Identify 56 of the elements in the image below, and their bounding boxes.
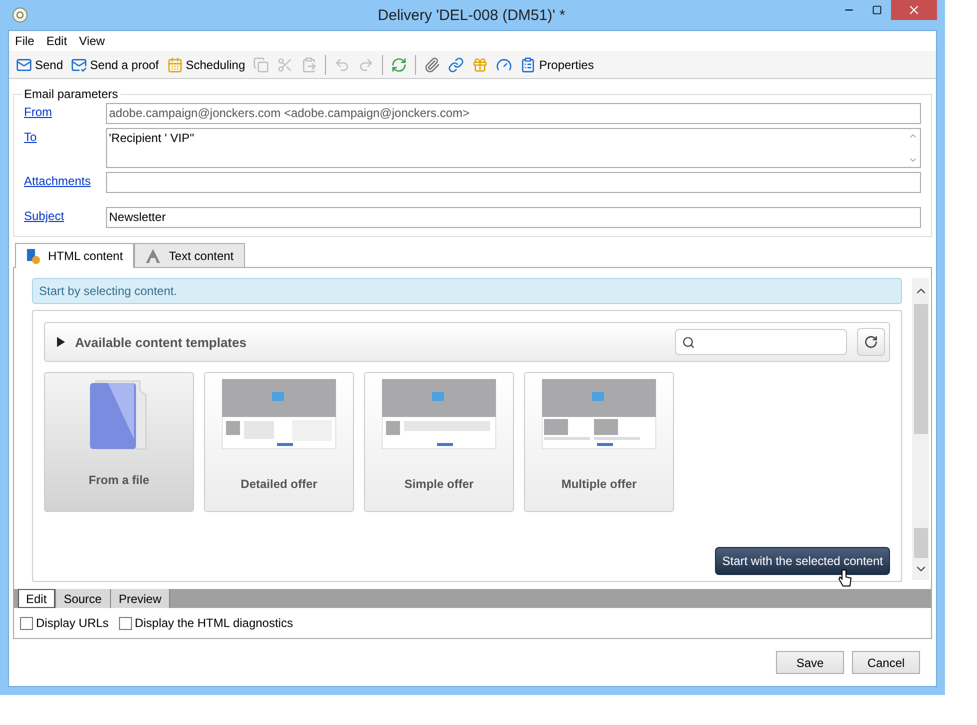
editor-tab[interactable]: Preview [110, 589, 170, 608]
checkbox[interactable] [20, 616, 33, 630]
field-link[interactable]: To [24, 128, 106, 144]
mail-icon [16, 56, 32, 72]
field-link[interactable]: From [24, 103, 106, 119]
template-card[interactable]: Detailed offer [204, 372, 354, 512]
app-logo-icon [12, 7, 28, 23]
content-tab[interactable]: HTML content [15, 243, 134, 268]
field-link[interactable]: Subject [24, 207, 106, 223]
letter-a-icon [144, 248, 161, 264]
template-label: Multiple offer [561, 477, 637, 491]
scrollbar[interactable] [912, 278, 929, 580]
menu-item[interactable]: View [75, 33, 109, 49]
template-label: Detailed offer [240, 477, 318, 491]
checkbox[interactable] [118, 616, 132, 630]
expand-triangle-icon[interactable] [57, 337, 65, 347]
maximize-icon [872, 5, 882, 15]
scrollbar-thumb[interactable] [914, 528, 928, 558]
template-card[interactable]: From a file [44, 372, 194, 512]
input-field[interactable] [106, 172, 921, 193]
template-label: Simple offer [404, 477, 474, 491]
input-field[interactable]: adobe.campaign@jonckers.com <adobe.campaign@jonckers.com> [106, 103, 921, 124]
template-card[interactable]: Multiple offer [524, 372, 674, 512]
window-title: Delivery 'DEL-008 (DM51)' * [376, 6, 566, 24]
calendar-icon [166, 56, 183, 72]
content-tab[interactable]: Text content [134, 243, 245, 267]
field-link[interactable]: Attachments [24, 172, 106, 188]
dialog-button[interactable]: Cancel [852, 651, 920, 674]
toolbar-button[interactable]: Send a proof [68, 54, 162, 74]
toolbar-button[interactable]: Properties [517, 54, 597, 74]
scrollbar-thumb[interactable] [914, 304, 928, 434]
refresh-button[interactable] [857, 328, 885, 356]
html-document-icon [26, 248, 40, 264]
refresh-icon [864, 335, 878, 349]
template-card[interactable]: Simple offer [364, 372, 514, 512]
close-button[interactable] [891, 0, 937, 20]
close-icon [907, 3, 921, 17]
template-label: From a file [88, 473, 150, 487]
search-field[interactable] [675, 329, 847, 355]
templates-title: Available content templates [75, 334, 248, 350]
input-field[interactable]: Newsletter [106, 207, 921, 228]
mail-check-icon [71, 56, 88, 72]
toolbar-button[interactable]: Send [13, 54, 66, 74]
checkbox-option[interactable]: Display the HTML diagnostics [118, 616, 293, 630]
info-banner: Start by selecting content. [32, 278, 902, 304]
clipboard-icon [520, 56, 536, 72]
toolbar-button[interactable]: Scheduling [164, 54, 248, 74]
start-button[interactable]: Start with the selected content [715, 547, 890, 575]
menu-item[interactable]: Edit [42, 33, 72, 49]
dialog-button[interactable]: Save [776, 651, 844, 674]
editor-tab[interactable]: Source [56, 589, 111, 608]
menu-item[interactable]: File [11, 33, 38, 49]
search-icon [682, 336, 695, 348]
checkbox-option[interactable]: Display URLs [20, 616, 109, 630]
group-legend: Email parameters [22, 87, 120, 101]
editor-tab[interactable]: Edit [18, 589, 56, 608]
